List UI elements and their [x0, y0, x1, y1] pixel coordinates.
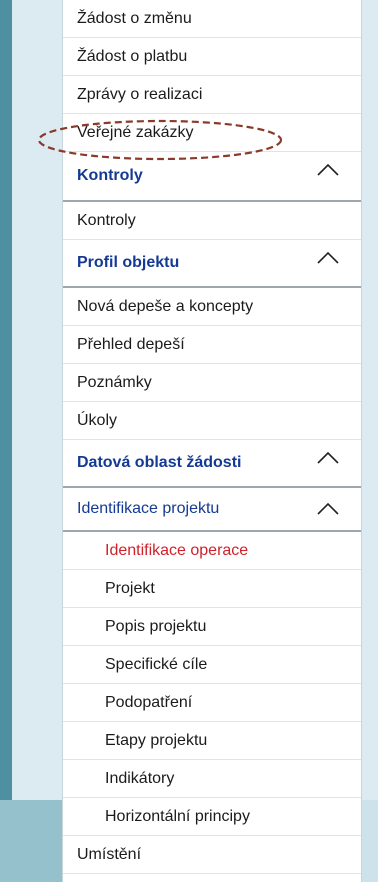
menu-item-prehled-depesi[interactable]: Přehled depeší — [63, 326, 361, 364]
submenu-item-label: Identifikace operace — [105, 541, 249, 559]
background-block — [360, 800, 378, 882]
submenu-item-label: Specifické cíle — [105, 655, 208, 673]
submenu-item-specificke-cile[interactable]: Specifické cíle — [63, 646, 361, 684]
menu-item-label: Umístění — [77, 845, 142, 863]
menu-item-label: Žádost o platbu — [77, 47, 188, 65]
menu-item-kontroly[interactable]: Kontroly — [63, 202, 361, 240]
section-header-profil-objektu[interactable]: Profil objektu — [63, 240, 361, 288]
menu-item-umisteni[interactable]: Umístění — [63, 836, 361, 874]
submenu-item-projekt[interactable]: Projekt — [63, 570, 361, 608]
chevron-up-icon[interactable] — [317, 164, 339, 176]
menu-item-label: Zprávy o realizaci — [77, 85, 203, 103]
menu-item-ukoly[interactable]: Úkoly — [63, 402, 361, 440]
menu-item-label: Nová depeše a koncepty — [77, 297, 254, 315]
menu-item-zadost-o-platbu[interactable]: Žádost o platbu — [63, 38, 361, 76]
submenu-item-podopatreni[interactable]: Podopatření — [63, 684, 361, 722]
submenu-item-horizontalni-principy[interactable]: Horizontální principy — [63, 798, 361, 836]
menu-item-verejne-zakazky[interactable]: Veřejné zakázky — [63, 114, 361, 152]
chevron-up-icon[interactable] — [317, 452, 339, 464]
submenu-item-popis-projektu[interactable]: Popis projektu — [63, 608, 361, 646]
background-block — [0, 800, 62, 882]
menu-item-label: Veřejné zakázky — [77, 123, 194, 141]
menu-item-label: Úkoly — [77, 411, 118, 429]
menu-item-label: Poznámky — [77, 373, 152, 391]
section-header-datova-oblast[interactable]: Datová oblast žádosti — [63, 440, 361, 488]
menu-item-poznamky[interactable]: Poznámky — [63, 364, 361, 402]
menu-item-nova-depese[interactable]: Nová depeše a koncepty — [63, 288, 361, 326]
menu-item-zadost-o-zmenu[interactable]: Žádost o změnu — [63, 0, 361, 38]
menu-item-label: Žádost o změnu — [77, 9, 192, 27]
submenu-item-label: Indikátory — [105, 769, 175, 787]
section-label: Datová oblast žádosti — [77, 454, 242, 471]
left-accent-strip — [0, 0, 12, 882]
submenu-item-identifikace-operace[interactable]: Identifikace operace — [63, 532, 361, 570]
menu-item-zpravy-o-realizaci[interactable]: Zprávy o realizaci — [63, 76, 361, 114]
menu-item-label: Kontroly — [77, 211, 136, 229]
section-header-kontroly[interactable]: Kontroly — [63, 152, 361, 202]
submenu-item-indikatory[interactable]: Indikátory — [63, 760, 361, 798]
menu-item-label: Přehled depeší — [77, 335, 185, 353]
subsection-label: Identifikace projektu — [77, 500, 220, 517]
submenu-item-etapy-projektu[interactable]: Etapy projektu — [63, 722, 361, 760]
submenu-item-label: Etapy projektu — [105, 731, 208, 749]
submenu-item-label: Horizontální principy — [105, 807, 250, 825]
submenu-item-label: Podopatření — [105, 693, 193, 711]
chevron-up-icon[interactable] — [317, 503, 339, 515]
section-label: Kontroly — [77, 167, 143, 184]
submenu-item-label: Popis projektu — [105, 617, 207, 635]
navigation-menu: Žádost o změnu Žádost o platbu Zprávy o … — [62, 0, 362, 882]
submenu-item-label: Projekt — [105, 579, 155, 597]
section-label: Profil objektu — [77, 254, 180, 271]
chevron-up-icon[interactable] — [317, 252, 339, 264]
subsection-header-identifikace-projektu[interactable]: Identifikace projektu — [63, 488, 361, 532]
